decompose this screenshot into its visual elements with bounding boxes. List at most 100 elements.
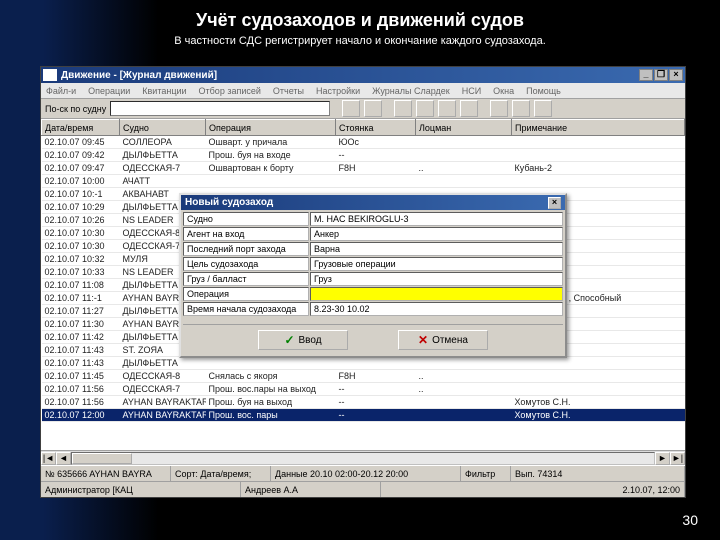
- col-operation[interactable]: Операция: [206, 120, 336, 136]
- cell: 02.10.07 10:29: [42, 201, 120, 214]
- toolbar-button[interactable]: [460, 100, 478, 117]
- cell: [416, 409, 512, 422]
- cell: 02.10.07 10:26: [42, 214, 120, 227]
- dialog-field-input[interactable]: Груз: [310, 272, 563, 286]
- table-row[interactable]: 02.10.07 10:00АЧАТТ: [42, 175, 685, 188]
- cell: ДЫЛФЬЕТТА: [120, 149, 206, 162]
- cell: 02.10.07 11:30: [42, 318, 120, 331]
- cell: [416, 136, 512, 149]
- cell: 02.10.07 10:33: [42, 266, 120, 279]
- cell: Хомутов С.Н.: [512, 409, 685, 422]
- table-row[interactable]: 02.10.07 11:45ОДЕССКАЯ-8Снялась с якоряF…: [42, 370, 685, 383]
- toolbar-button[interactable]: [490, 100, 508, 117]
- cell: СОЛЛЕОРА: [120, 136, 206, 149]
- dialog-field-input[interactable]: M. HAC BEKIROGLU-3: [310, 212, 563, 226]
- dialog-field-row: Агент на входАнкер: [183, 227, 563, 241]
- scroll-last-button[interactable]: ►|: [670, 452, 685, 465]
- cell: F8H: [336, 162, 416, 175]
- dialog-field-input[interactable]: Анкер: [310, 227, 563, 241]
- dialog-close-button[interactable]: ×: [548, 197, 561, 209]
- scroll-thumb[interactable]: [72, 453, 132, 464]
- dialog-field-label: Судно: [183, 212, 309, 226]
- cell: 02.10.07 10:00: [42, 175, 120, 188]
- cell: [512, 136, 685, 149]
- menu-file[interactable]: Файл-и: [43, 86, 79, 96]
- cell: [206, 357, 336, 370]
- dialog-field-input[interactable]: [310, 287, 563, 301]
- col-datetime[interactable]: Дата/время: [42, 120, 120, 136]
- cell: [336, 357, 416, 370]
- cell: 02.10.07 11:-1: [42, 292, 120, 305]
- cell: Прош. вос. пары: [206, 409, 336, 422]
- menu-receipts[interactable]: Квитанции: [139, 86, 189, 96]
- menu-filter[interactable]: Отбор записей: [196, 86, 264, 96]
- menu-help[interactable]: Помощь: [523, 86, 564, 96]
- cell: 02.10.07 11:43: [42, 344, 120, 357]
- dialog-field-input[interactable]: 8.23-30 10.02: [310, 302, 563, 316]
- cell: Снялась с якоря: [206, 370, 336, 383]
- menu-journals[interactable]: Журналы Слардек: [369, 86, 453, 96]
- cell: Кубань-2: [512, 162, 685, 175]
- cell: 02.10.07 11:42: [42, 331, 120, 344]
- cell: [512, 357, 685, 370]
- restore-button[interactable]: ❐: [654, 69, 668, 81]
- dialog-ok-button[interactable]: ✓Ввод: [258, 330, 348, 350]
- slide-title: Учёт судозаходов и движений судов: [0, 0, 720, 31]
- cell: 02.10.07 10:30: [42, 227, 120, 240]
- dialog-field-input[interactable]: Грузовые операции: [310, 257, 563, 271]
- toolbar-button[interactable]: [534, 100, 552, 117]
- table-row[interactable]: 02.10.07 11:56ОДЕССКАЯ-7Прош. вос.пары н…: [42, 383, 685, 396]
- minimize-button[interactable]: _: [639, 69, 653, 81]
- col-berth[interactable]: Стоянка: [336, 120, 416, 136]
- dialog-field-input[interactable]: Варна: [310, 242, 563, 256]
- data-grid[interactable]: Дата/время Судно Операция Стоянка Лоцман…: [41, 119, 685, 450]
- menu-operations[interactable]: Операции: [85, 86, 133, 96]
- cell: ..: [416, 383, 512, 396]
- dialog-cancel-button[interactable]: ✕Отмена: [398, 330, 488, 350]
- cell: 02.10.07 09:47: [42, 162, 120, 175]
- cell: AYHAN BAYRAKTAR: [120, 409, 206, 422]
- table-row[interactable]: 02.10.07 09:42ДЫЛФЬЕТТАПрош. буя на вход…: [42, 149, 685, 162]
- slide-number: 30: [682, 512, 698, 528]
- table-row[interactable]: 02.10.07 09:45СОЛЛЕОРАОшварт. у причалаЮ…: [42, 136, 685, 149]
- cell: [336, 175, 416, 188]
- cell: ..: [416, 370, 512, 383]
- toolbar-button[interactable]: [416, 100, 434, 117]
- cell: Прош. буя на выход: [206, 396, 336, 409]
- dialog-field-label: Груз / балласт: [183, 272, 309, 286]
- scroll-right-button[interactable]: ►: [655, 452, 670, 465]
- dialog-field-label: Операция: [183, 287, 309, 301]
- status-extra: Вып. 74314: [511, 466, 685, 481]
- close-icon: ✕: [418, 333, 428, 347]
- menu-settings[interactable]: Настройки: [313, 86, 363, 96]
- cell: 02.10.07 10:-1: [42, 188, 120, 201]
- menu-nsi[interactable]: НСИ: [459, 86, 484, 96]
- scroll-first-button[interactable]: |◄: [41, 452, 56, 465]
- table-row[interactable]: 02.10.07 09:47ОДЕССКАЯ-7Ошвартован к бор…: [42, 162, 685, 175]
- cell: ОДЕССКАЯ-7: [120, 162, 206, 175]
- cell: [206, 175, 336, 188]
- toolbar-button[interactable]: [364, 100, 382, 117]
- cell: --: [336, 383, 416, 396]
- new-call-dialog: Новый судозаход × СудноM. HAC BEKIROGLU-…: [179, 193, 567, 358]
- col-note[interactable]: Примечание: [512, 120, 685, 136]
- toolbar-button[interactable]: [512, 100, 530, 117]
- close-button[interactable]: ×: [669, 69, 683, 81]
- table-row[interactable]: 02.10.07 11:56AYHAN BAYRAKTARПрош. буя н…: [42, 396, 685, 409]
- search-input[interactable]: [110, 101, 330, 116]
- cell: --: [336, 409, 416, 422]
- table-row[interactable]: 02.10.07 12:00AYHAN BAYRAKTARПрош. вос. …: [42, 409, 685, 422]
- horizontal-scrollbar[interactable]: |◄ ◄ ► ►|: [41, 450, 685, 465]
- cell: ОДЕССКАЯ-8: [120, 370, 206, 383]
- toolbar-button[interactable]: [394, 100, 412, 117]
- menu-reports[interactable]: Отчеты: [270, 86, 307, 96]
- toolbar-button[interactable]: [342, 100, 360, 117]
- scroll-track[interactable]: [71, 452, 655, 465]
- scroll-left-button[interactable]: ◄: [56, 452, 71, 465]
- toolbar-button[interactable]: [438, 100, 456, 117]
- menu-windows[interactable]: Окна: [490, 86, 517, 96]
- status-datarange: Данные 20.10 02:00-20.12 20:00: [271, 466, 461, 481]
- col-pilot[interactable]: Лоцман: [416, 120, 512, 136]
- table-row[interactable]: 02.10.07 11:43ДЫЛФЬЕТТА: [42, 357, 685, 370]
- col-ship[interactable]: Судно: [120, 120, 206, 136]
